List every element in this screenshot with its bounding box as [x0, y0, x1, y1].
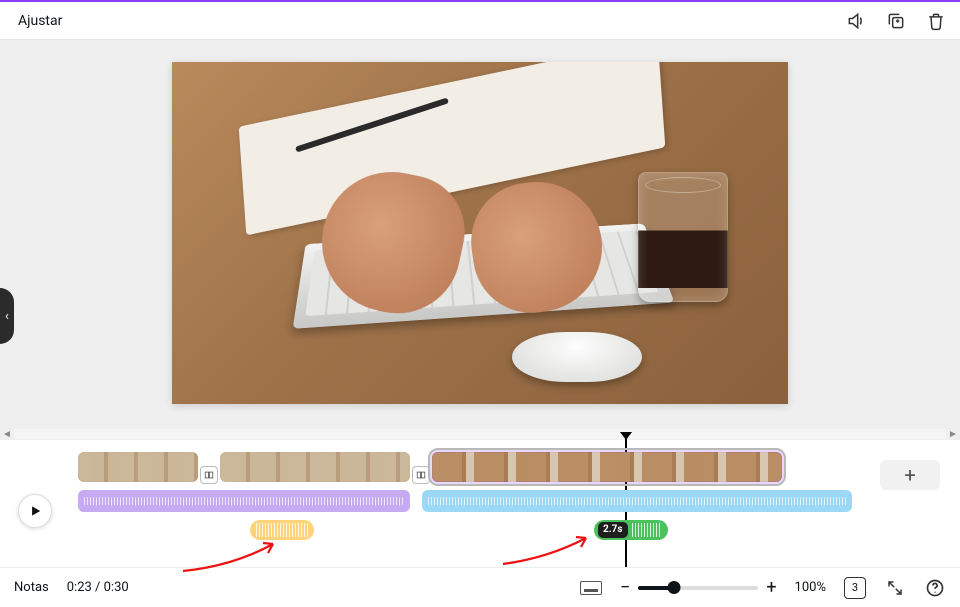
page-count-button[interactable]: 3	[844, 577, 866, 599]
mouse-shape	[512, 332, 642, 382]
adjust-label[interactable]: Ajustar	[12, 13, 62, 29]
zoom-out-icon[interactable]: −	[620, 579, 630, 597]
transition-button[interactable]	[412, 466, 430, 484]
video-track[interactable]: +	[78, 452, 940, 482]
sfx-clip-green[interactable]: 2.7s	[594, 520, 668, 540]
video-clip-1[interactable]	[78, 452, 198, 482]
transition-button[interactable]	[200, 466, 218, 484]
add-clip-button[interactable]: +	[880, 460, 940, 490]
top-toolbar-actions	[844, 9, 948, 33]
stage-horizontal-scrollbar[interactable]: ◄ ►	[0, 428, 960, 440]
duration-badge: 2.7s	[598, 522, 628, 538]
video-canvas[interactable]	[172, 62, 788, 404]
trash-icon[interactable]	[924, 9, 948, 33]
preview-frame	[172, 62, 788, 404]
footer-bar: Notas 0:23 / 0:30 − + 100% 3	[0, 567, 960, 607]
audio-clip-purple[interactable]	[78, 490, 410, 512]
scroll-left-icon[interactable]: ◄	[0, 429, 14, 440]
glass-shape	[638, 172, 728, 302]
timeline-tracks[interactable]: + 2.7s	[78, 444, 940, 567]
sfx-track[interactable]: 2.7s	[78, 520, 940, 542]
audio-icon[interactable]	[844, 9, 868, 33]
scroll-right-icon[interactable]: ►	[946, 429, 960, 440]
scroll-track[interactable]	[14, 429, 946, 439]
side-tab-handle[interactable]: ‹	[0, 288, 14, 344]
video-clip-2[interactable]	[220, 452, 410, 482]
time-display: 0:23 / 0:30	[67, 580, 129, 595]
audio-track[interactable]	[78, 490, 940, 512]
zoom-knob[interactable]	[668, 581, 681, 594]
timeline-panel: + 2.7s	[0, 440, 960, 567]
video-clip-3-selected[interactable]	[432, 452, 782, 482]
sfx-clip-yellow[interactable]	[250, 520, 314, 540]
help-icon[interactable]	[924, 577, 946, 599]
notes-button[interactable]: Notas	[14, 580, 49, 595]
zoom-rail[interactable]	[638, 586, 758, 590]
audio-clip-blue[interactable]	[422, 490, 852, 512]
top-toolbar: Ajustar	[0, 0, 960, 40]
fullscreen-icon[interactable]	[884, 577, 906, 599]
play-button[interactable]	[18, 494, 52, 528]
duplicate-icon[interactable]	[884, 9, 908, 33]
zoom-slider[interactable]: − +	[620, 579, 777, 597]
zoom-in-icon[interactable]: +	[766, 579, 776, 597]
zoom-percent-label[interactable]: 100%	[795, 580, 826, 595]
thumbnail-view-icon[interactable]	[580, 581, 602, 595]
canvas-stage: ‹ ◄ ►	[0, 40, 960, 440]
